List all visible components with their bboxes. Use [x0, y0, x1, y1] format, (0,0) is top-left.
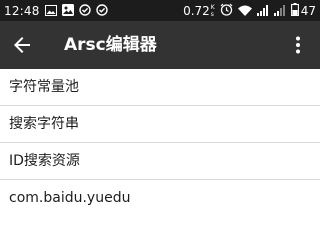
arrow-back-icon[interactable]: [10, 33, 34, 57]
list-item-string-pool[interactable]: 字符常量池: [0, 69, 320, 106]
network-speed-unit: K s: [211, 4, 215, 18]
image-icon: [44, 1, 57, 20]
list-item-search-string[interactable]: 搜索字符串: [0, 106, 320, 143]
list-item-package[interactable]: com.baidu.yuedu: [0, 180, 320, 217]
battery-icon: [290, 1, 299, 20]
battery-level: 47: [300, 3, 316, 18]
check-circle-icon: [78, 1, 91, 20]
speed-unit-top: K: [210, 3, 215, 11]
wifi-icon: [237, 1, 252, 20]
app-toolbar: Arsc编辑器: [0, 21, 320, 69]
list-item-id-search-resource[interactable]: ID搜索资源: [0, 143, 320, 180]
network-speed: 0.72: [183, 3, 210, 18]
check-circle-icon: [95, 1, 108, 20]
alarm-icon: [220, 1, 233, 20]
status-bar-right: 0.72 K s 47: [183, 0, 316, 21]
signal-icon: [256, 1, 269, 20]
photo-icon: [61, 1, 74, 20]
speed-unit-bottom: s: [210, 10, 214, 18]
signal-icon: [273, 1, 286, 20]
more-vert-icon[interactable]: [288, 35, 308, 55]
menu-list: 字符常量池 搜索字符串 ID搜索资源 com.baidu.yuedu: [0, 69, 320, 217]
status-bar: 12:48 0.72 K s 47: [0, 0, 320, 21]
status-bar-left: 12:48: [0, 0, 113, 21]
status-time: 12:48: [4, 3, 40, 18]
page-title: Arsc编辑器: [64, 35, 157, 55]
screen: 12:48 0.72 K s 47 Arsc编辑器 字符常量池 搜索字符串 ID…: [0, 0, 320, 227]
